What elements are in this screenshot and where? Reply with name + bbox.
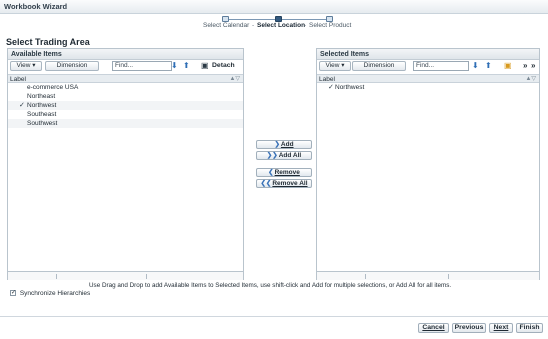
add-all-label: Add All: [278, 152, 302, 159]
available-items-panel: Available Items View ▾ Dimension Find...…: [7, 48, 244, 280]
window-title: Workbook Wizard: [4, 2, 68, 11]
page-title: Select Trading Area: [6, 37, 90, 47]
view-menu-button[interactable]: View ▾: [319, 61, 351, 71]
selected-items-panel: Selected Items View ▾ Dimension Find... …: [316, 48, 540, 280]
sort-icon[interactable]: ▲▽: [525, 75, 536, 82]
train-connector: [282, 19, 329, 20]
next-label: Next: [493, 324, 509, 331]
scrollbar-tick: [448, 274, 449, 279]
list-item-label: Southwest: [27, 120, 58, 127]
detach-icon[interactable]: ▣: [201, 61, 209, 71]
folder-icon[interactable]: ▣: [504, 61, 512, 71]
previous-button[interactable]: Previous: [452, 323, 486, 333]
train-label-calendar[interactable]: Select Calendar: [203, 22, 249, 29]
column-header-label[interactable]: Label ▲▽: [317, 74, 539, 83]
move-up-icon[interactable]: ⬆: [183, 61, 190, 71]
list-item-label: e-commerce USA: [27, 84, 79, 91]
scrollbar-tick: [365, 274, 366, 279]
train-label-product[interactable]: Select Product: [309, 22, 351, 29]
remove-arrow-icon: ❮: [268, 169, 274, 176]
scrollbar-tick: [56, 274, 57, 279]
list-item[interactable]: ✓ Northwest: [317, 83, 539, 92]
checkmark-icon: ✓: [19, 102, 25, 109]
sort-icon[interactable]: ▲▽: [229, 75, 240, 82]
cancel-label: Cancel: [422, 324, 445, 331]
synchronize-hierarchies-label: Synchronize Hierarchies: [19, 290, 91, 297]
add-button[interactable]: ❯Add: [256, 140, 312, 149]
finish-button[interactable]: Finish: [516, 323, 543, 333]
view-label: View: [16, 62, 31, 69]
train-label-location: Select Location: [257, 22, 306, 29]
list-item-label: Northwest: [335, 84, 365, 91]
selected-toolbar: View ▾ Dimension Find... ⬇ ⬆ ▣ » »: [317, 61, 539, 73]
list-item-label: Northwest: [27, 102, 57, 109]
move-down-icon[interactable]: ⬇: [171, 61, 178, 71]
add-label: Add: [280, 141, 294, 148]
list-item[interactable]: Northeast: [8, 92, 243, 101]
selected-items-header: Selected Items: [317, 49, 539, 60]
horizontal-scrollbar[interactable]: [317, 271, 539, 280]
remove-all-button[interactable]: ❮❮Remove All: [256, 179, 312, 188]
column-header-label[interactable]: Label ▲▽: [8, 74, 243, 83]
checkbox-icon[interactable]: ✓: [10, 290, 16, 297]
train-separator: -: [252, 22, 255, 29]
synchronize-hierarchies-checkbox[interactable]: ✓ Synchronize Hierarchies: [10, 290, 90, 297]
expand-more-icon[interactable]: »: [531, 61, 535, 70]
list-item[interactable]: Southwest: [8, 119, 243, 128]
window-titlebar: Workbook Wizard: [0, 0, 548, 14]
available-toolbar: View ▾ Dimension Find... ⬇ ⬆ ▣ Detach: [8, 61, 243, 73]
list-item-label: Northeast: [27, 93, 56, 100]
find-input[interactable]: Find...: [112, 61, 172, 71]
train-connector: [228, 19, 278, 20]
list-item[interactable]: Southeast: [8, 110, 243, 119]
remove-label: Remove: [274, 169, 300, 176]
list-item[interactable]: e-commerce USA: [8, 83, 243, 92]
detach-button[interactable]: Detach: [212, 62, 235, 69]
checkmark-icon: ✓: [328, 84, 334, 91]
chevron-down-icon: ▾: [341, 62, 345, 69]
train-separator: -: [304, 22, 307, 29]
find-input[interactable]: Find...: [413, 61, 469, 71]
wizard-train: Select Calendar - Select Location - Sele…: [200, 14, 360, 32]
add-all-button[interactable]: ❯❯Add All: [256, 151, 312, 160]
horizontal-scrollbar[interactable]: [8, 271, 243, 280]
add-all-arrow-icon: ❯❯: [266, 152, 278, 159]
expand-icon[interactable]: »: [523, 61, 527, 70]
cancel-button[interactable]: Cancel: [418, 323, 449, 333]
dimension-button[interactable]: Dimension: [352, 61, 406, 71]
next-button[interactable]: Next: [489, 323, 513, 333]
remove-button[interactable]: ❮Remove: [256, 168, 312, 177]
finish-label: Finish: [519, 324, 540, 331]
list-item[interactable]: ✓ Northwest: [8, 101, 243, 110]
chevron-down-icon: ▾: [32, 62, 36, 69]
previous-label: Previous: [454, 324, 484, 331]
move-down-icon[interactable]: ⬇: [472, 61, 479, 71]
dimension-button[interactable]: Dimension: [45, 61, 99, 71]
column-label-text: Label: [319, 76, 335, 83]
view-menu-button[interactable]: View ▾: [10, 61, 42, 71]
remove-all-arrow-icon: ❮❮: [260, 180, 272, 187]
remove-all-label: Remove All: [272, 180, 308, 187]
move-up-icon[interactable]: ⬆: [485, 61, 492, 71]
list-item-label: Southeast: [27, 111, 57, 118]
view-label: View: [325, 62, 340, 69]
footer-divider: [0, 316, 548, 317]
scrollbar-tick: [146, 274, 147, 279]
available-items-header: Available Items: [8, 49, 243, 60]
instructions-text: Use Drag and Drop to add Available Items…: [89, 282, 452, 289]
add-arrow-icon: ❯: [274, 141, 280, 148]
column-label-text: Label: [10, 76, 26, 83]
